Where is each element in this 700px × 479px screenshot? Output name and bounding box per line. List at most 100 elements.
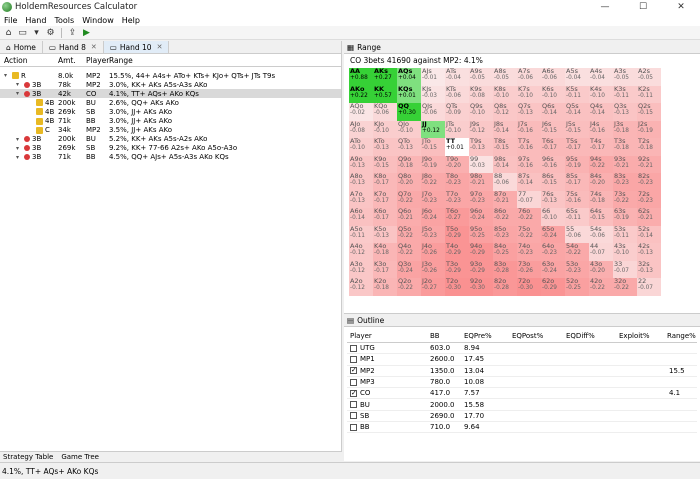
hand-cell[interactable]: JJ +0.12	[421, 120, 445, 138]
hand-cell[interactable]: K6s -0.10	[541, 85, 565, 103]
hand-cell[interactable]: Q6o -0.21	[397, 208, 421, 226]
hand-cell[interactable]: T4s -0.17	[589, 138, 613, 156]
col-player[interactable]: Player	[350, 332, 372, 340]
hand-cell[interactable]: T4o -0.29	[445, 243, 469, 261]
hand-cell[interactable]: 42s -0.13	[637, 243, 661, 261]
hand-cell[interactable]: K5o -0.13	[373, 225, 397, 243]
hand-cell[interactable]: TT +0.01	[445, 138, 469, 156]
hand-cell[interactable]: AQs +0.04	[397, 68, 421, 86]
hand-cell[interactable]: 86s -0.15	[541, 173, 565, 191]
tree-row[interactable]: ▾ R 8.0k MP2 15.5%, 44+ A4s+ ATo+ KTs+ KJo+ …	[0, 71, 341, 80]
expand-icon[interactable]: ▾	[16, 145, 22, 152]
player-checkbox[interactable]	[350, 401, 357, 409]
player-checkbox[interactable]	[350, 423, 357, 431]
hand-cell[interactable]: 52o -0.25	[565, 278, 589, 296]
hand-cell[interactable]: 84o -0.25	[493, 243, 517, 261]
hand-cell[interactable]: 32s -0.13	[637, 260, 661, 278]
hand-cell[interactable]: 62o -0.29	[541, 278, 565, 296]
hand-cell[interactable]: A4s -0.04	[589, 68, 613, 86]
new-hand-icon[interactable]: ▭	[17, 27, 28, 38]
hand-cell[interactable]: 94o -0.29	[469, 243, 493, 261]
hand-cell[interactable]: AKs +0.27	[373, 68, 397, 86]
hand-cell[interactable]: 44 -0.07	[589, 243, 613, 261]
hand-cell[interactable]: 97s -0.16	[517, 155, 541, 173]
close-window-button[interactable]: ✕	[662, 0, 700, 14]
hand-cell[interactable]: 97o -0.23	[469, 190, 493, 208]
hand-cell[interactable]: A5s -0.04	[565, 68, 589, 86]
hand-cell[interactable]: 95o -0.25	[469, 225, 493, 243]
hand-cell[interactable]: A7s -0.06	[517, 68, 541, 86]
player-checkbox[interactable]	[350, 412, 357, 420]
tab-home[interactable]: ⌂ Home	[0, 41, 43, 53]
hand-cell[interactable]: KK +0.57	[373, 85, 397, 103]
hand-cell[interactable]: K7s -0.10	[517, 85, 541, 103]
hand-cell[interactable]: Q3s -0.13	[613, 103, 637, 121]
tab-hand-10[interactable]: ▭ Hand 10 ✕	[103, 41, 170, 53]
col-eqpre[interactable]: EQPre%	[464, 332, 492, 340]
hand-cell[interactable]: 92s -0.21	[637, 155, 661, 173]
hand-cell[interactable]: Q9o -0.18	[397, 155, 421, 173]
hand-cell[interactable]: 76o -0.22	[517, 208, 541, 226]
hand-cell[interactable]: T8s -0.15	[493, 138, 517, 156]
hand-cell[interactable]: T5s -0.17	[565, 138, 589, 156]
hand-cell[interactable]: 83o -0.28	[493, 260, 517, 278]
tree-row[interactable]: ▾ 3B 42k CO 4.1%, TT+ AQs+ AKo KQs	[0, 89, 341, 99]
hand-cell[interactable]: J9o -0.19	[421, 155, 445, 173]
maximize-button[interactable]: ☐	[624, 0, 662, 14]
hand-cell[interactable]: A4o -0.12	[349, 243, 373, 261]
hand-cell[interactable]: J6o -0.24	[421, 208, 445, 226]
hand-cell[interactable]: ATo -0.10	[349, 138, 373, 156]
hand-cell[interactable]: A8o -0.13	[349, 173, 373, 191]
col-range[interactable]: Range	[109, 56, 133, 65]
hand-cell[interactable]: K4s -0.10	[589, 85, 613, 103]
hand-cell[interactable]: 63o -0.24	[541, 260, 565, 278]
hand-cell[interactable]: A6s -0.06	[541, 68, 565, 86]
hand-cell[interactable]: 99 -0.03	[469, 155, 493, 173]
col-player[interactable]: Player	[86, 56, 109, 65]
hand-cell[interactable]: A6o -0.14	[349, 208, 373, 226]
hand-cell[interactable]: 93s -0.21	[613, 155, 637, 173]
hand-cell[interactable]: Q7s -0.13	[517, 103, 541, 121]
hand-cell[interactable]: KJo -0.10	[373, 120, 397, 138]
hand-cell[interactable]: K5s -0.11	[565, 85, 589, 103]
hand-cell[interactable]: A5o -0.11	[349, 225, 373, 243]
hand-cell[interactable]: QTo -0.13	[397, 138, 421, 156]
hand-cell[interactable]: T3o -0.29	[445, 260, 469, 278]
hand-cell[interactable]: K2o -0.18	[373, 278, 397, 296]
hand-cell[interactable]: JTo -0.15	[421, 138, 445, 156]
tree-row[interactable]: C 34k MP2 3.5%, JJ+ AKs AKo	[0, 126, 341, 135]
hand-cell[interactable]: T7s -0.16	[517, 138, 541, 156]
hand-cell[interactable]: K8o -0.17	[373, 173, 397, 191]
hand-cell[interactable]: J3o -0.26	[421, 260, 445, 278]
hand-cell[interactable]: K7o -0.17	[373, 190, 397, 208]
hand-cell[interactable]: K2s -0.11	[637, 85, 661, 103]
hand-cell[interactable]: J2o -0.27	[421, 278, 445, 296]
hand-cell[interactable]: QJo -0.10	[397, 120, 421, 138]
player-checkbox[interactable]	[350, 389, 357, 397]
hand-cell[interactable]: 96s -0.16	[541, 155, 565, 173]
hand-cell[interactable]: 75o -0.22	[517, 225, 541, 243]
tab-hand-8[interactable]: ▭ Hand 8 ✕	[42, 41, 104, 53]
hand-cell[interactable]: 76s -0.13	[541, 190, 565, 208]
run-icon[interactable]: ▶	[81, 27, 92, 38]
hand-cell[interactable]: Q7o -0.22	[397, 190, 421, 208]
hand-cell[interactable]: T7o -0.23	[445, 190, 469, 208]
hand-cell[interactable]: A8s -0.05	[493, 68, 517, 86]
hand-cell[interactable]: A3s -0.05	[613, 68, 637, 86]
hand-cell[interactable]: 75s -0.16	[565, 190, 589, 208]
expand-icon[interactable]: ▾	[16, 136, 22, 143]
hand-cell[interactable]: 84s -0.20	[589, 173, 613, 191]
hand-cell[interactable]: 96o -0.24	[469, 208, 493, 226]
player-checkbox[interactable]	[350, 366, 357, 375]
hand-cell[interactable]: 54o -0.22	[565, 243, 589, 261]
col-amt[interactable]: Amt.	[58, 56, 76, 65]
hand-cell[interactable]: KQo -0.06	[373, 103, 397, 121]
tree-row[interactable]: ▾ 3B 78k MP2 3.0%, KK+ AKs A5s-A3s AKo	[0, 80, 341, 89]
hand-cell[interactable]: T6s -0.17	[541, 138, 565, 156]
player-checkbox[interactable]	[350, 378, 357, 386]
hand-cell[interactable]: J2s -0.19	[637, 120, 661, 138]
hand-cell[interactable]: T9s -0.13	[469, 138, 493, 156]
hand-cell[interactable]: J8s -0.14	[493, 120, 517, 138]
hand-cell[interactable]: T6o -0.27	[445, 208, 469, 226]
expand-icon[interactable]: ▾	[4, 72, 10, 79]
